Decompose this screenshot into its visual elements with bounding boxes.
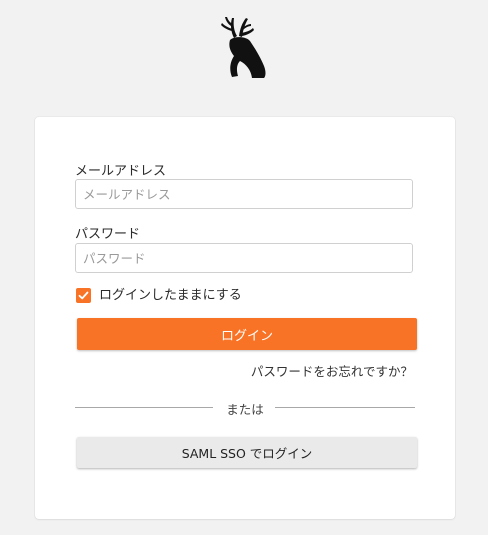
remember-checkbox[interactable] <box>76 288 91 303</box>
email-field[interactable] <box>75 179 413 209</box>
divider-label: または <box>226 402 264 417</box>
login-button[interactable]: ログイン <box>77 318 417 350</box>
forgot-password-link[interactable]: パスワードをお忘れですか？ <box>251 361 413 380</box>
login-card: メールアドレス パスワード ログインしたままにする ログイン パスワードをお忘れ… <box>35 117 455 519</box>
divider-line-right <box>275 407 415 408</box>
saml-sso-button[interactable]: SAML SSO でログイン <box>77 437 417 468</box>
deer-logo-icon <box>221 17 266 78</box>
remember-label[interactable]: ログインしたままにする <box>99 288 242 303</box>
password-label: パスワード <box>75 227 141 242</box>
email-label: メールアドレス <box>75 164 167 179</box>
checkmark-icon <box>78 291 89 300</box>
password-field[interactable] <box>75 243 413 273</box>
